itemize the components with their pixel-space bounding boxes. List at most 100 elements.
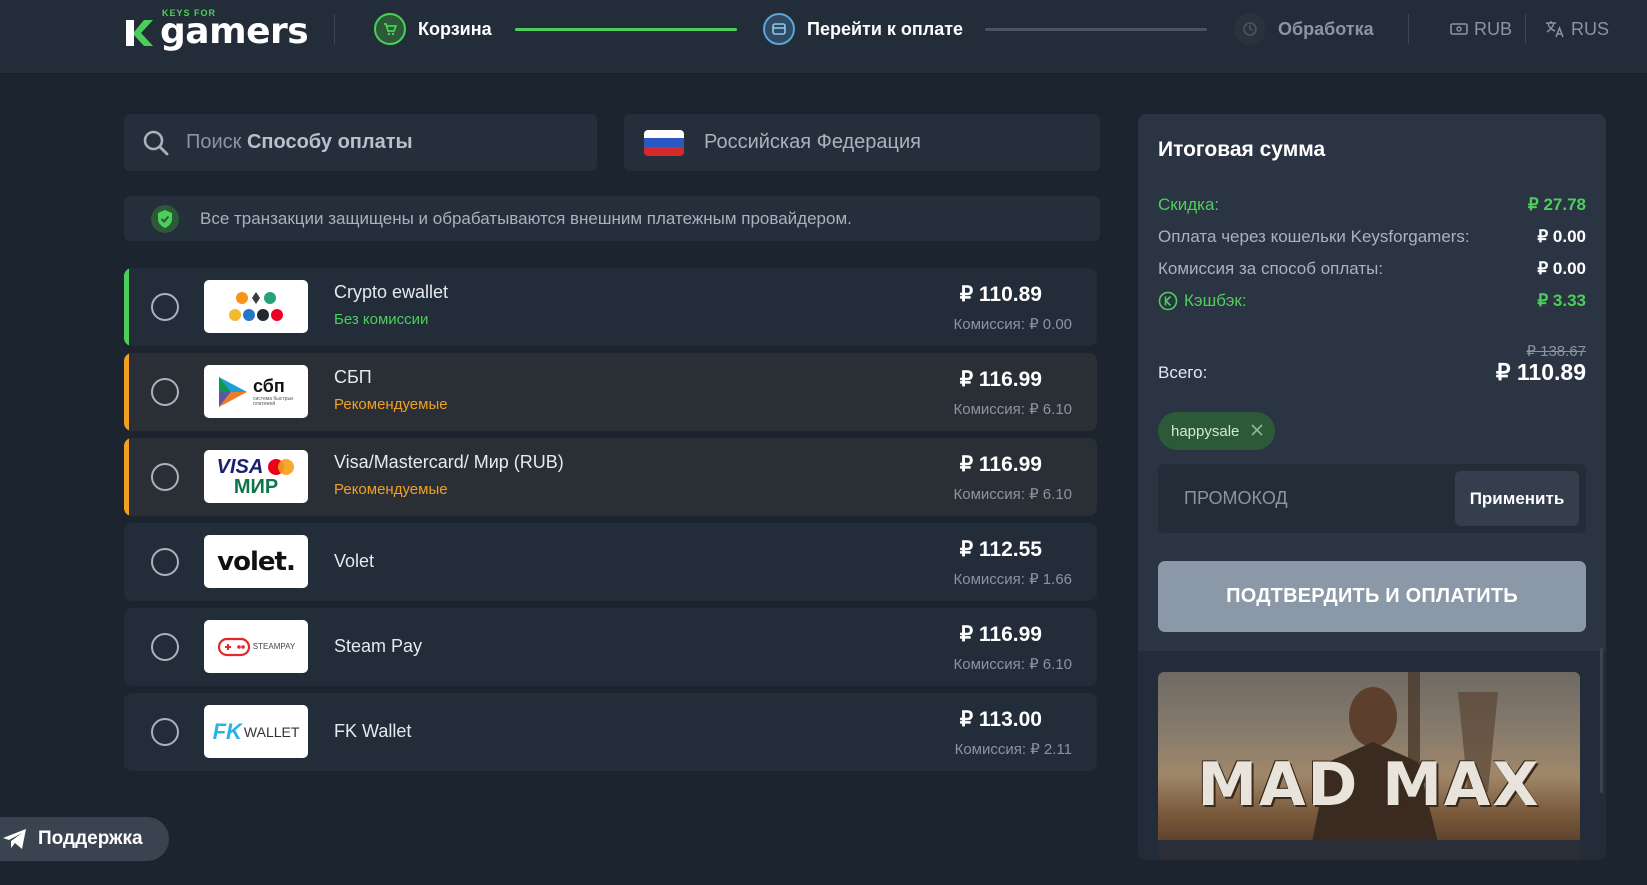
payment-fee: Комиссия: ₽ 6.10 (953, 486, 1072, 503)
sbp-logo-subtext: система быстрых платежей (253, 395, 294, 407)
payment-method-fkwallet[interactable]: FK WALLET FK Wallet ₽ 113.00 Комиссия: ₽… (124, 693, 1097, 771)
payment-radio[interactable] (151, 633, 179, 661)
currency-label: RUB (1474, 18, 1513, 39)
logo-k-icon (122, 16, 156, 50)
currency-button[interactable]: RUB (1450, 16, 1512, 42)
cashback-row: Кэшбэк: ₽ 3.33 (1158, 291, 1586, 311)
payment-method-list: Crypto ewallet Без комиссии ₽ 110.89 Ком… (124, 268, 1097, 778)
payment-radio[interactable] (151, 378, 179, 406)
fk-logo-text: FK (212, 718, 242, 744)
country-name: Российская Федерация (704, 131, 922, 153)
apply-promo-button[interactable]: Применить (1455, 471, 1579, 526)
payment-fee: Комиссия: ₽ 6.10 (953, 401, 1072, 418)
old-total: ₽ 138.67 (1526, 343, 1586, 360)
logo-text: gamers (160, 11, 309, 52)
volet-logo-text: volet. (217, 546, 296, 577)
payment-method-cards[interactable]: VISA МИР Visa/Mastercard/ Мир (RUB) Реко… (124, 438, 1097, 516)
payment-price: ₽ 110.89 (959, 283, 1042, 306)
payment-price: ₽ 116.99 (959, 368, 1042, 391)
header-divider (334, 14, 335, 44)
visa-text: VISA (216, 455, 264, 478)
payment-price: ₽ 113.00 (959, 708, 1042, 731)
support-label: Поддержка (38, 828, 143, 849)
payment-price: ₽ 116.99 (959, 623, 1042, 646)
coupon-code: happysale (1171, 422, 1240, 440)
promo-code-input[interactable]: ПРОМОКОД (1184, 488, 1288, 509)
method-fee-row: Комиссия за способ оплаты: ₽ 0.00 (1158, 259, 1586, 279)
payment-name: Volet (334, 551, 375, 571)
header-divider (1525, 14, 1526, 44)
card-icon (763, 13, 795, 45)
payment-name: Crypto ewallet (334, 282, 449, 302)
payment-fee: Комиссия: ₽ 2.11 (954, 741, 1072, 758)
confirm-and-pay-button[interactable]: ПОДТВЕРДИТЬ И ОПЛАТИТЬ (1158, 561, 1586, 632)
game-cover-image: MAD MAX (1158, 672, 1580, 860)
discount-row: Скидка: ₽ 27.78 (1158, 195, 1586, 215)
summary-title: Итоговая сумма (1158, 138, 1326, 161)
sbp-logo-text: сбп (253, 375, 285, 396)
fkwallet-logo: FK WALLET (204, 705, 308, 758)
game-info-strip (1158, 840, 1580, 860)
volet-logo: volet. (204, 535, 308, 588)
remove-coupon-button[interactable] (1251, 423, 1263, 440)
steampay-logo-text: STEAMPAY (252, 642, 296, 651)
payment-method-steampay[interactable]: STEAMPAY Steam Pay ₽ 116.99 Комиссия: ₽ … (124, 608, 1097, 686)
sbp-logo: сбп система быстрых платежей (204, 365, 308, 418)
summary-scrollbar[interactable] (1600, 648, 1603, 793)
support-button[interactable]: Поддержка (0, 817, 169, 861)
language-label: RUS (1571, 18, 1610, 39)
payment-price: ₽ 116.99 (959, 453, 1042, 476)
payment-radio[interactable] (151, 463, 179, 491)
step-checkout: Перейти к оплате (763, 13, 963, 45)
site-logo[interactable]: KEYS FOR gamers (122, 6, 309, 52)
payment-fee: Комиссия: ₽ 6.10 (953, 656, 1072, 673)
payment-method-volet[interactable]: volet. Volet ₽ 112.55 Комиссия: ₽ 1.66 (124, 523, 1097, 601)
payment-fee: Комиссия: ₽ 0.00 (953, 316, 1072, 333)
cashback-label: Кэшбэк: (1184, 291, 1247, 310)
clock-icon (1234, 13, 1266, 45)
discount-value: ₽ 27.78 (1527, 195, 1586, 214)
cart-icon (374, 13, 406, 45)
close-icon (1251, 423, 1263, 436)
step-progress-line-pending (985, 28, 1207, 31)
step-processing-label: Обработка (1278, 18, 1374, 39)
applied-coupon-chip: happysale (1158, 412, 1276, 450)
language-button[interactable]: RUS (1545, 16, 1609, 42)
promo-code-field: ПРОМОКОД Применить (1158, 464, 1586, 533)
payment-method-crypto[interactable]: Crypto ewallet Без комиссии ₽ 110.89 Ком… (124, 268, 1097, 346)
game-title-art: MAD MAX (1197, 750, 1541, 820)
step-progress-line (515, 28, 737, 31)
payment-tag: Рекомендуемые (334, 481, 448, 498)
payment-tag: Без комиссии (334, 311, 429, 328)
mir-text: МИР (233, 475, 279, 498)
step-cart: Корзина (374, 13, 492, 45)
wallet-payment-label: Оплата через кошельки Keysforgamers: (1158, 227, 1470, 246)
payment-method-sbp[interactable]: сбп система быстрых платежей СБП Рекомен… (124, 353, 1097, 431)
payment-search-input[interactable]: Поиск Способу оплаты (124, 114, 597, 171)
payment-fee: Комиссия: ₽ 1.66 (953, 571, 1072, 588)
mastercard-icon (268, 458, 295, 475)
payment-tag: Рекомендуемые (334, 396, 448, 413)
payment-name: Steam Pay (334, 636, 423, 656)
sbp-triangle-icon (219, 376, 247, 407)
shield-check-icon (151, 204, 179, 233)
payment-name: СБП (334, 367, 372, 387)
payment-radio[interactable] (151, 718, 179, 746)
search-icon (143, 130, 169, 155)
payment-radio[interactable] (151, 548, 179, 576)
accent-bar (124, 353, 129, 431)
payment-name: FK Wallet (334, 721, 412, 741)
country-select[interactable]: Российская Федерация (624, 114, 1100, 171)
wallet-logo-text: WALLET (243, 723, 300, 740)
step-cart-label: Корзина (418, 18, 492, 39)
header-divider (1408, 14, 1409, 44)
security-notice-text: Все транзакции защищены и обрабатываются… (200, 208, 852, 228)
search-placeholder: Поиск Способу оплаты (186, 131, 413, 153)
wallet-payment-value: ₽ 0.00 (1537, 227, 1586, 246)
cashback-value: ₽ 3.33 (1537, 291, 1586, 310)
payment-name: Visa/Mastercard/ Мир (RUB) (334, 452, 564, 472)
order-summary-panel: Итоговая сумма Скидка: ₽ 27.78 Оплата че… (1138, 114, 1606, 860)
accent-bar (124, 438, 129, 516)
russia-flag-icon (644, 129, 684, 156)
payment-radio[interactable] (151, 293, 179, 321)
